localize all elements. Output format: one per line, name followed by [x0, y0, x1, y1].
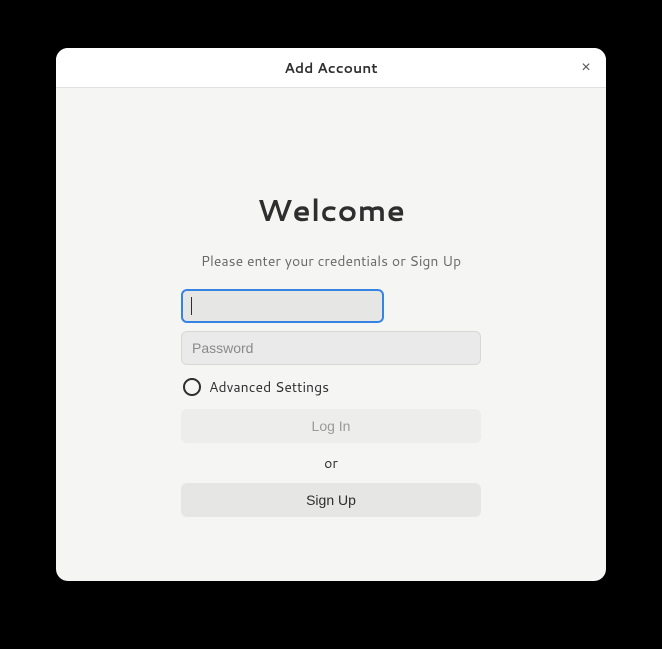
password-input[interactable] — [181, 331, 481, 365]
or-separator: or — [181, 451, 481, 475]
add-account-dialog: Add Account × Welcome Please enter your … — [56, 48, 606, 581]
login-form: Advanced Settings Log In or Sign Up — [181, 289, 481, 517]
dialog-title: Add Account — [284, 58, 377, 78]
subtitle-text: Please enter your credentials or Sign Up — [201, 251, 461, 271]
close-button[interactable]: × — [574, 56, 598, 80]
dialog-header: Add Account × — [56, 48, 606, 88]
username-input[interactable] — [181, 289, 384, 323]
advanced-settings-toggle[interactable] — [183, 378, 201, 396]
close-icon: × — [581, 60, 590, 76]
text-cursor — [191, 297, 192, 315]
advanced-settings-row: Advanced Settings — [181, 373, 481, 401]
dialog-content: Welcome Please enter your credentials or… — [56, 88, 606, 517]
welcome-heading: Welcome — [257, 188, 405, 231]
username-wrap — [181, 289, 481, 323]
advanced-settings-label: Advanced Settings — [209, 377, 329, 397]
signup-button[interactable]: Sign Up — [181, 483, 481, 517]
login-button[interactable]: Log In — [181, 409, 481, 443]
